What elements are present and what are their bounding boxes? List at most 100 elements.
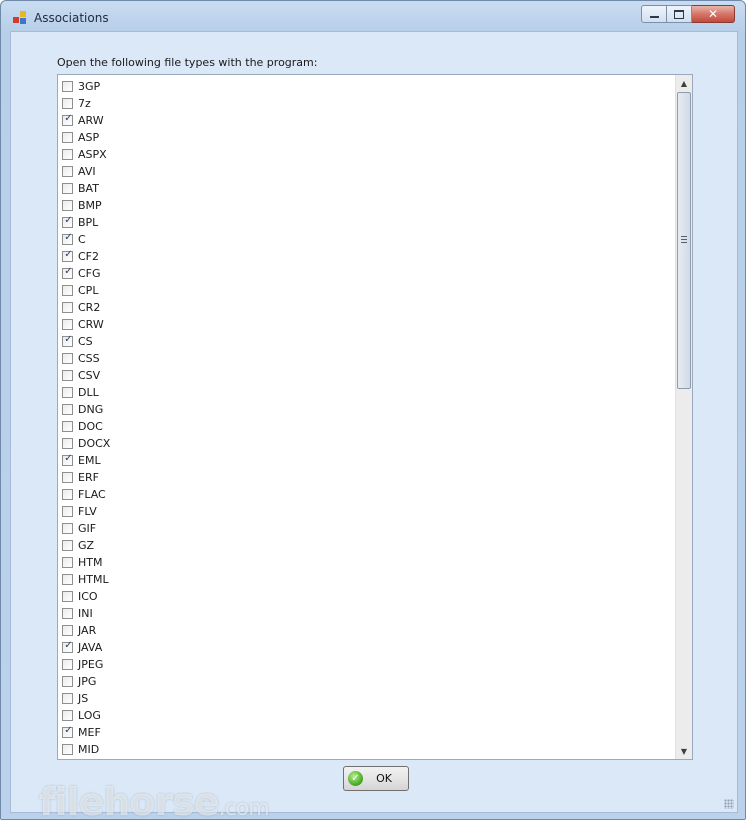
- associations-window: Associations ✕ Open the following file t…: [0, 0, 746, 820]
- file-type-checkbox[interactable]: [62, 438, 73, 449]
- file-type-item[interactable]: JAR: [58, 622, 674, 639]
- file-type-item[interactable]: ✓ JAVA: [58, 639, 674, 656]
- file-type-checkbox[interactable]: [62, 166, 73, 177]
- file-type-checkbox[interactable]: [62, 659, 73, 670]
- file-type-checkbox[interactable]: [62, 472, 73, 483]
- title-bar[interactable]: Associations ✕: [1, 1, 745, 31]
- file-type-label: INI: [78, 607, 93, 620]
- file-type-checkbox[interactable]: [62, 200, 73, 211]
- file-type-checkbox[interactable]: [62, 744, 73, 755]
- file-type-checkbox[interactable]: [62, 285, 73, 296]
- file-type-item[interactable]: ✓ ARW: [58, 112, 674, 129]
- file-type-item[interactable]: CSS: [58, 350, 674, 367]
- file-type-item[interactable]: GIF: [58, 520, 674, 537]
- file-type-item[interactable]: DNG: [58, 401, 674, 418]
- file-types-checklist[interactable]: 3GP 7z ✓ ARW ASP ASPX AVI BAT BMP ✓ BPL ✓ C ✓ CF2 ✓ CFG C…: [57, 74, 693, 760]
- file-type-checkbox[interactable]: [62, 387, 73, 398]
- file-type-checkbox[interactable]: [62, 489, 73, 500]
- file-type-checkbox[interactable]: ✓: [62, 249, 73, 262]
- file-type-checkbox[interactable]: ✓: [62, 453, 73, 466]
- file-type-item[interactable]: ASPX: [58, 146, 674, 163]
- file-type-item[interactable]: ✓ EML: [58, 452, 674, 469]
- file-type-item[interactable]: BMP: [58, 197, 674, 214]
- file-type-item[interactable]: ✓ C: [58, 231, 674, 248]
- file-type-item[interactable]: JPG: [58, 673, 674, 690]
- file-type-checkbox[interactable]: [62, 540, 73, 551]
- ok-button-label: OK: [376, 772, 392, 785]
- file-type-checkbox[interactable]: [62, 557, 73, 568]
- file-type-item[interactable]: DLL: [58, 384, 674, 401]
- file-type-checkbox[interactable]: [62, 132, 73, 143]
- file-type-checkbox[interactable]: [62, 421, 73, 432]
- file-type-item[interactable]: AVI: [58, 163, 674, 180]
- file-type-label: GIF: [78, 522, 97, 535]
- file-type-checkbox[interactable]: [62, 625, 73, 636]
- file-type-item[interactable]: HTML: [58, 571, 674, 588]
- checkmark-icon: ✓: [64, 725, 73, 736]
- file-type-item[interactable]: ICO: [58, 588, 674, 605]
- scroll-up-arrow-icon[interactable]: ▲: [676, 75, 692, 91]
- minimize-button[interactable]: [641, 5, 667, 23]
- file-type-item[interactable]: LOG: [58, 707, 674, 724]
- file-type-checkbox[interactable]: [62, 183, 73, 194]
- file-type-checkbox[interactable]: [62, 319, 73, 330]
- ok-button[interactable]: ✓ OK: [343, 766, 409, 791]
- file-type-checkbox[interactable]: ✓: [62, 725, 73, 738]
- file-type-item[interactable]: FLAC: [58, 486, 674, 503]
- scroll-down-arrow-icon[interactable]: ▼: [676, 743, 692, 759]
- file-type-checkbox[interactable]: [62, 353, 73, 364]
- resize-grip-icon[interactable]: [724, 799, 734, 809]
- file-type-item[interactable]: JPEG: [58, 656, 674, 673]
- file-type-item[interactable]: DOC: [58, 418, 674, 435]
- file-type-checkbox[interactable]: [62, 710, 73, 721]
- file-type-item[interactable]: BAT: [58, 180, 674, 197]
- file-type-checkbox[interactable]: [62, 676, 73, 687]
- file-type-checkbox[interactable]: [62, 404, 73, 415]
- file-type-checkbox[interactable]: [62, 302, 73, 313]
- scrollbar-thumb[interactable]: [677, 92, 691, 389]
- file-type-checkbox[interactable]: [62, 98, 73, 109]
- file-type-item[interactable]: ✓ BPL: [58, 214, 674, 231]
- file-type-item[interactable]: ERF: [58, 469, 674, 486]
- file-type-checkbox[interactable]: [62, 370, 73, 381]
- dialog-client-area: Open the following file types with the p…: [10, 31, 738, 819]
- file-type-checkbox[interactable]: [62, 81, 73, 92]
- file-type-checkbox[interactable]: [62, 149, 73, 160]
- file-type-checkbox[interactable]: [62, 591, 73, 602]
- file-type-item[interactable]: ASP: [58, 129, 674, 146]
- file-type-item[interactable]: GZ: [58, 537, 674, 554]
- file-type-item[interactable]: ✓ CF2: [58, 248, 674, 265]
- vertical-scrollbar[interactable]: ▲ ▼: [675, 75, 692, 759]
- file-type-checkbox[interactable]: [62, 574, 73, 585]
- file-type-item[interactable]: CRW: [58, 316, 674, 333]
- file-type-item[interactable]: 3GP: [58, 78, 674, 95]
- file-type-checkbox[interactable]: [62, 506, 73, 517]
- file-type-item[interactable]: HTM: [58, 554, 674, 571]
- file-type-item[interactable]: FLV: [58, 503, 674, 520]
- close-button[interactable]: ✕: [692, 5, 735, 23]
- maximize-button[interactable]: [667, 5, 692, 23]
- file-type-item[interactable]: CR2: [58, 299, 674, 316]
- file-type-checkbox[interactable]: ✓: [62, 640, 73, 653]
- file-type-item[interactable]: DOCX: [58, 435, 674, 452]
- file-type-label: JPG: [78, 675, 97, 688]
- file-type-checkbox[interactable]: ✓: [62, 334, 73, 347]
- file-type-checkbox[interactable]: ✓: [62, 215, 73, 228]
- file-type-item[interactable]: ✓ CS: [58, 333, 674, 350]
- file-type-checkbox[interactable]: ✓: [62, 266, 73, 279]
- file-type-item[interactable]: JS: [58, 690, 674, 707]
- file-type-item[interactable]: INI: [58, 605, 674, 622]
- file-type-checkbox[interactable]: ✓: [62, 232, 73, 245]
- file-type-checkbox[interactable]: ✓: [62, 113, 73, 126]
- file-type-item[interactable]: ✓ MEF: [58, 724, 674, 741]
- file-type-item[interactable]: ✓ CFG: [58, 265, 674, 282]
- file-type-item[interactable]: CSV: [58, 367, 674, 384]
- file-type-item[interactable]: MID: [58, 741, 674, 758]
- file-type-item[interactable]: CPL: [58, 282, 674, 299]
- file-type-label: 3GP: [78, 80, 101, 93]
- file-type-label: DOCX: [78, 437, 111, 450]
- file-type-item[interactable]: 7z: [58, 95, 674, 112]
- file-type-checkbox[interactable]: [62, 608, 73, 619]
- file-type-checkbox[interactable]: [62, 693, 73, 704]
- file-type-checkbox[interactable]: [62, 523, 73, 534]
